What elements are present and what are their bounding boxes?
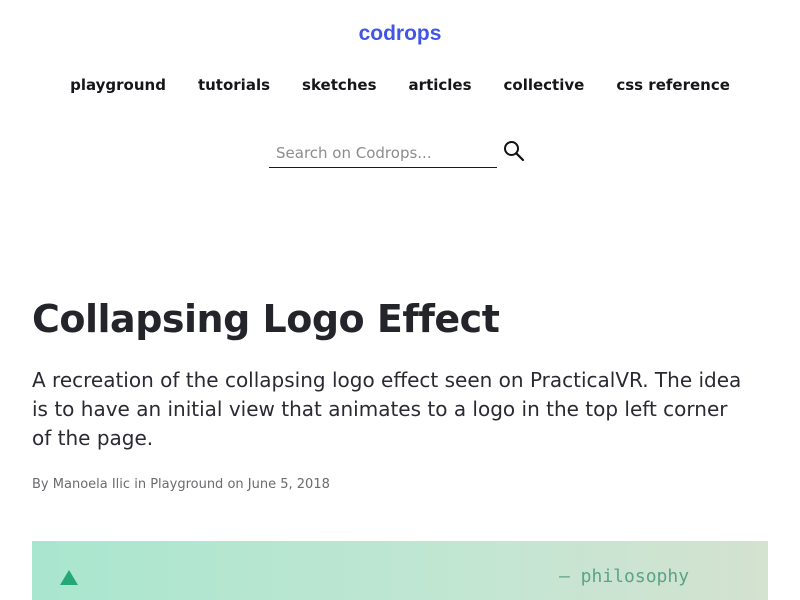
byline-on: on xyxy=(227,477,244,492)
article-title: Collapsing Logo Effect xyxy=(32,297,500,341)
article-date: June 5, 2018 xyxy=(247,477,330,492)
banner-text: – philosophy xyxy=(559,566,690,587)
nav-item-collective[interactable]: collective xyxy=(504,75,585,95)
nav-item-css-reference[interactable]: css reference xyxy=(616,75,730,95)
demo-preview-banner[interactable]: – philosophy xyxy=(32,541,768,600)
search-icon[interactable] xyxy=(502,139,526,163)
main-nav: playground tutorials sketches articles c… xyxy=(0,75,800,95)
byline-prefix: By xyxy=(32,477,49,492)
triangle-icon xyxy=(60,570,78,585)
search-input[interactable] xyxy=(269,139,497,168)
site-logo[interactable]: codrops xyxy=(0,22,800,46)
byline-in: in xyxy=(134,477,147,492)
article-description: A recreation of the collapsing logo effe… xyxy=(32,368,742,450)
author-link[interactable]: Manoela Ilic xyxy=(53,477,130,492)
nav-item-sketches[interactable]: sketches xyxy=(302,75,377,95)
nav-item-articles[interactable]: articles xyxy=(409,75,472,95)
nav-item-playground[interactable]: playground xyxy=(70,75,166,95)
article-byline: By Manoela Ilic in Playground on June 5,… xyxy=(32,476,330,494)
search-form xyxy=(269,139,531,171)
category-link[interactable]: Playground xyxy=(150,477,223,492)
nav-item-tutorials[interactable]: tutorials xyxy=(198,75,270,95)
